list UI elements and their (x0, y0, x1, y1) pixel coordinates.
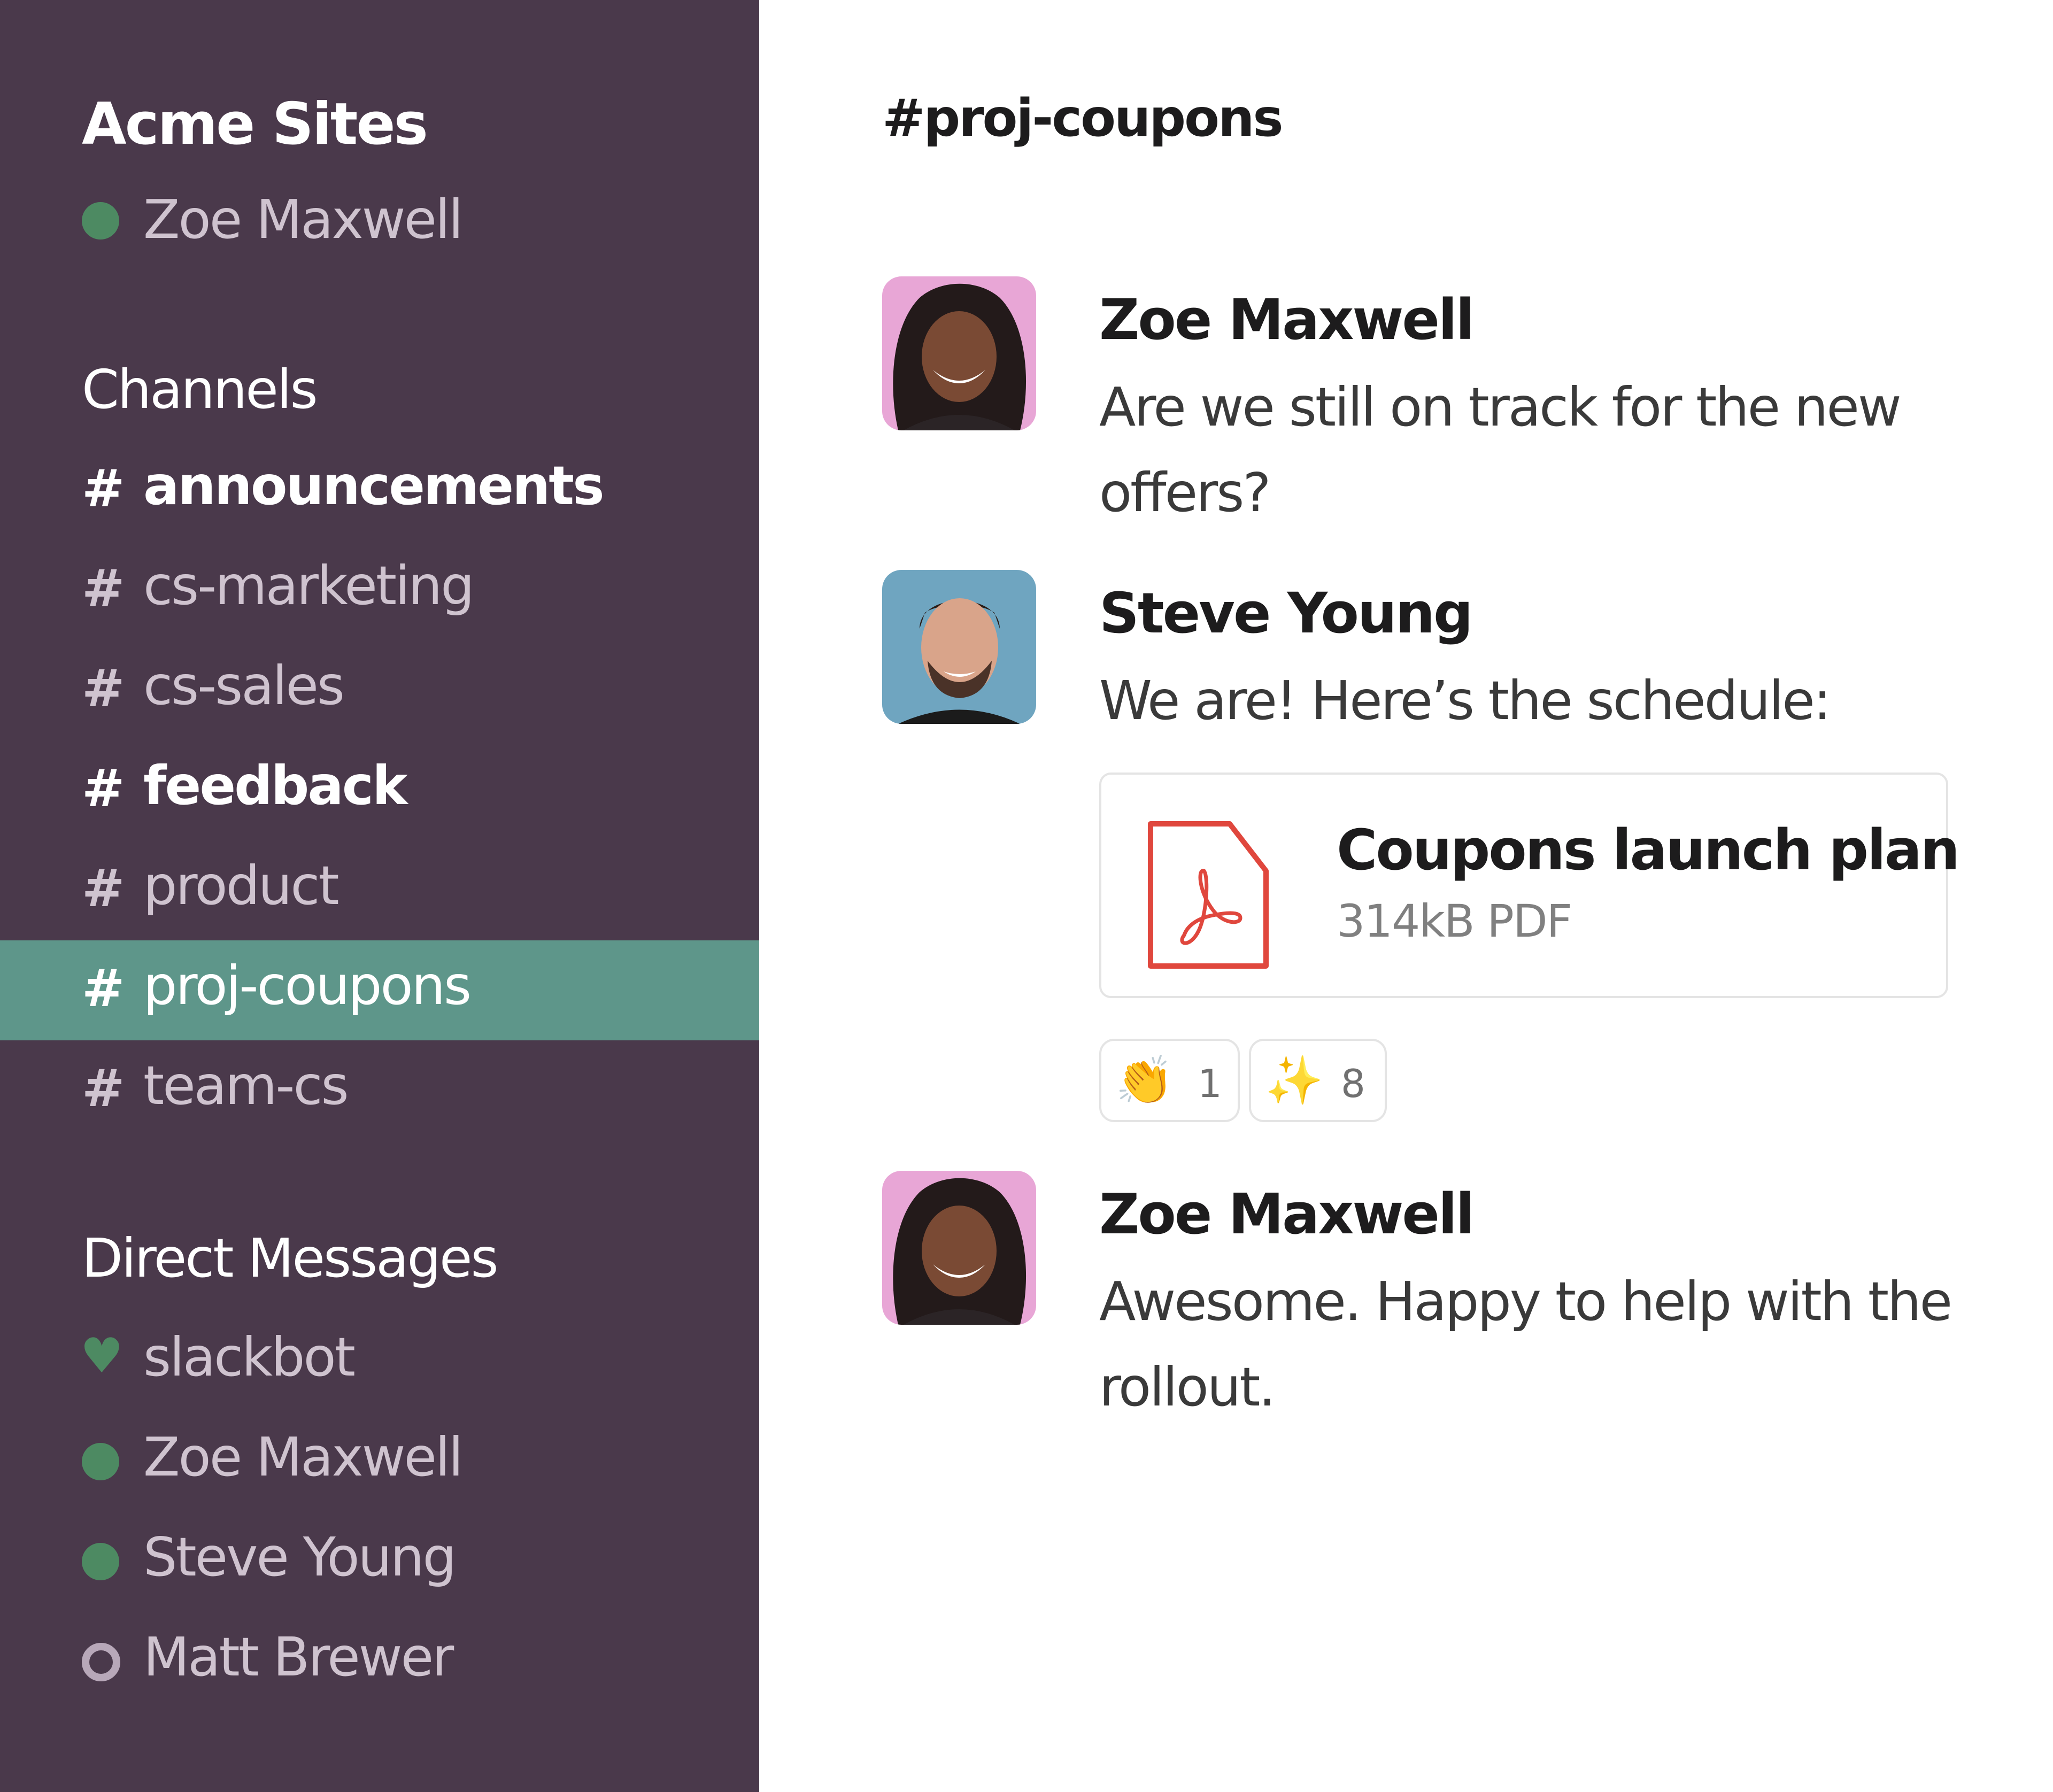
hash-icon: # (82, 959, 125, 1018)
hash-icon: # (82, 759, 125, 818)
workspace-name[interactable]: Acme Sites (82, 91, 428, 158)
channel-label: cs-sales (143, 654, 345, 717)
direct-messages-heading[interactable]: Direct Messages (82, 1227, 499, 1289)
sidebar-dm-slackbot[interactable]: ♥ slackbot (0, 1312, 759, 1412)
sidebar-channel-cs-marketing[interactable]: # cs-marketing (0, 540, 759, 640)
steve-avatar[interactable] (882, 570, 1036, 724)
sidebar-dm-zoe-maxwell[interactable]: Zoe Maxwell (0, 1412, 759, 1512)
presence-active-icon (82, 1543, 119, 1580)
message-text: Awesome. Happy to help with the rollout. (1099, 1270, 1952, 1418)
zoe-avatar[interactable] (882, 276, 1036, 430)
channel-label: product (143, 854, 339, 917)
message-text: We are! Here’s the schedule: (1099, 669, 1832, 732)
presence-active-icon (82, 202, 119, 240)
sidebar-channel-cs-sales[interactable]: # cs-sales (0, 640, 759, 740)
file-attachment[interactable]: Coupons launch plan 314kB PDF (1099, 773, 1960, 998)
clap-emoji-icon: 👏 (1115, 1053, 1174, 1108)
dm-label: slackbot (143, 1326, 356, 1388)
reaction-count: 8 (1341, 1061, 1365, 1106)
message-text: Are we still on track for the new offers… (1099, 376, 1902, 524)
channel-label: feedback (143, 754, 408, 817)
sidebar-channel-product[interactable]: # product (0, 840, 759, 940)
sidebar-channel-feedback[interactable]: # feedback (0, 740, 759, 840)
channel-label: proj-coupons (143, 954, 472, 1017)
zoe-avatar[interactable] (882, 1171, 1036, 1325)
channel-label: announcements (143, 454, 605, 517)
hash-icon: # (82, 659, 125, 719)
message-author[interactable]: Zoe Maxwell (1099, 1181, 1475, 1247)
reaction-clap[interactable]: 👏 1 (1099, 1039, 1240, 1122)
message-author[interactable]: Steve Young (1099, 581, 1473, 646)
channel-title: #proj-coupons (882, 88, 1284, 148)
reaction-count: 1 (1198, 1061, 1222, 1106)
hash-icon: # (82, 1059, 125, 1118)
sidebar: Acme Sites Zoe Maxwell Channels # announ… (0, 0, 759, 1792)
dm-label: Zoe Maxwell (143, 1426, 464, 1488)
sidebar-channel-proj-coupons[interactable]: # proj-coupons (0, 940, 759, 1040)
sidebar-channel-announcements[interactable]: # announcements (0, 441, 759, 540)
heart-icon: ♥ (80, 1328, 124, 1384)
dm-label: Matt Brewer (143, 1626, 454, 1688)
presence-away-icon (82, 1643, 120, 1681)
file-meta: 314kB PDF (1337, 895, 1572, 947)
sidebar-channel-team-cs[interactable]: # team-cs (0, 1040, 759, 1140)
hash-icon: # (82, 459, 125, 519)
sidebar-dm-steve-young[interactable]: Steve Young (0, 1512, 759, 1612)
message-pane: #proj-coupons Zoe Maxwell Are we still o… (759, 0, 2053, 1792)
presence-active-icon (82, 1443, 119, 1480)
channel-label: cs-marketing (143, 554, 475, 617)
dm-label: Steve Young (143, 1526, 457, 1588)
channel-label: team-cs (143, 1054, 349, 1117)
hash-icon: # (82, 859, 125, 918)
hash-icon: # (82, 559, 125, 619)
message-author[interactable]: Zoe Maxwell (1099, 287, 1475, 352)
channels-heading[interactable]: Channels (82, 358, 318, 421)
pdf-icon (1148, 821, 1269, 969)
reaction-sparkles[interactable]: ✨ 8 (1249, 1039, 1387, 1122)
sidebar-dm-matt-brewer[interactable]: Matt Brewer (0, 1612, 759, 1712)
file-name[interactable]: Coupons launch plan (1337, 817, 1960, 883)
sparkles-emoji-icon: ✨ (1265, 1053, 1324, 1108)
current-user-name[interactable]: Zoe Maxwell (143, 188, 464, 251)
